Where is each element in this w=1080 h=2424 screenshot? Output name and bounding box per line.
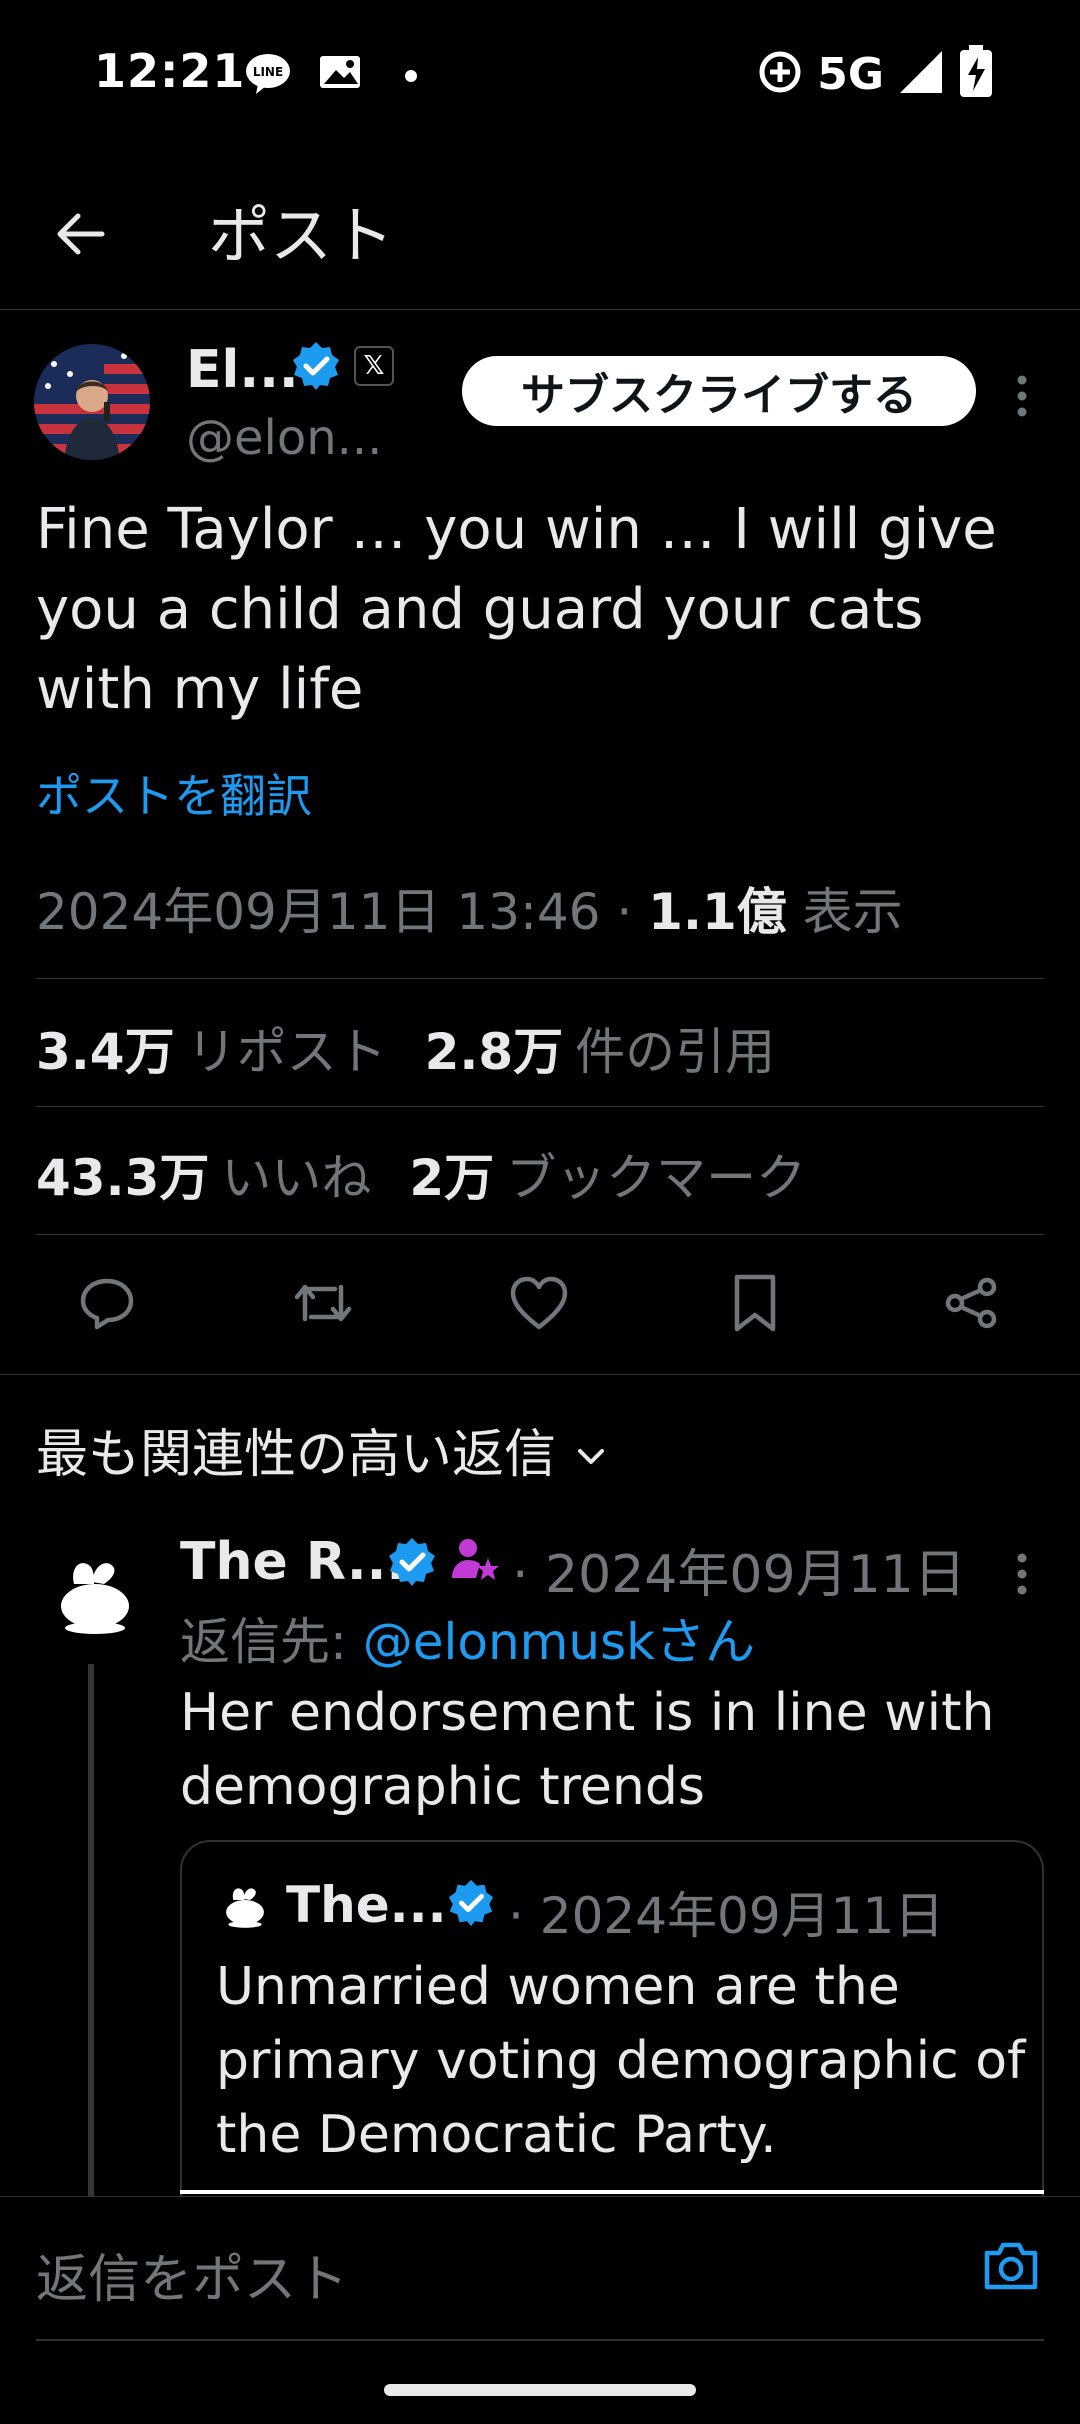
quoted-author-name: The... <box>286 1876 447 1934</box>
quoted-date: · 2024年09月11日 <box>508 1887 945 1945</box>
like-button[interactable] <box>504 1270 574 1340</box>
divider <box>0 1374 1080 1375</box>
views-label: 表示 <box>786 883 903 941</box>
post-text: Fine Taylor … you win … I will give you … <box>36 497 997 722</box>
reposts-label: リポスト <box>186 1023 387 1081</box>
author-avatar[interactable] <box>34 344 150 460</box>
back-button[interactable] <box>40 196 120 276</box>
line-icon: LINE <box>244 52 292 100</box>
author-handle[interactable]: @elon... <box>186 410 382 466</box>
more-options-button[interactable] <box>1002 368 1042 428</box>
author-name[interactable]: El... <box>186 340 299 400</box>
reply-to-mention[interactable]: @elonmuskさん <box>363 1613 755 1671</box>
reply-input[interactable]: 返信をポスト <box>36 2237 348 2312</box>
reply-sort-dropdown[interactable]: 最も関連性の高い返信 <box>36 1412 606 1487</box>
reply-composer: 返信をポスト <box>0 2196 1080 2341</box>
bookmark-button[interactable] <box>720 1270 790 1340</box>
bookmarks-count: 2万 <box>409 1149 495 1207</box>
subscriber-badge-icon <box>448 1534 502 1588</box>
status-time: 12:21 <box>94 44 246 98</box>
post-meta: 2024年09月11日 13:46 · 1.1億 表示 <box>36 872 903 944</box>
reply-sort-label: 最も関連性の高い返信 <box>36 1425 557 1485</box>
heart-icon <box>509 1275 569 1335</box>
likes-stat[interactable]: 43.3万 いいね <box>36 1138 371 1210</box>
divider <box>36 1234 1044 1235</box>
more-vertical-icon <box>1016 1552 1028 1600</box>
quoted-text: Unmarried women are the primary voting d… <box>216 1957 1026 2165</box>
reply-to-prefix: 返信先: <box>180 1613 363 1671</box>
battery-charging-icon <box>958 45 994 103</box>
reply-to: 返信先: @elonmuskさん <box>180 1602 755 1674</box>
repost-button[interactable] <box>288 1270 358 1340</box>
more-vertical-icon <box>1016 374 1028 422</box>
bookmark-icon <box>731 1273 779 1337</box>
reply-button[interactable] <box>72 1270 142 1340</box>
chevron-down-icon <box>576 1420 606 1480</box>
stats-row-likes: 43.3万 いいね 2万 ブックマーク <box>36 1138 806 1210</box>
bookmarks-label: ブックマーク <box>506 1149 807 1207</box>
home-indicator[interactable] <box>384 2384 696 2396</box>
bookmarks-stat[interactable]: 2万 ブックマーク <box>409 1138 806 1210</box>
quoted-post[interactable]: The... · 2024年09月11日 Unmarried women are… <box>180 1840 1044 2240</box>
page-title: ポスト <box>208 199 395 272</box>
likes-count: 43.3万 <box>36 1149 210 1207</box>
svg-text:LINE: LINE <box>253 65 283 79</box>
status-right: 5G <box>757 44 994 104</box>
reposts-count: 3.4万 <box>36 1023 175 1081</box>
verified-badge-icon <box>386 1536 438 1588</box>
signal-icon <box>898 49 944 99</box>
subscribe-button[interactable]: サブスクライブする <box>462 356 976 426</box>
reply-text: Her endorsement is in line with demograp… <box>180 1683 995 1817</box>
image-icon <box>318 52 364 96</box>
share-icon <box>943 1275 999 1335</box>
top-bar: ポスト <box>0 160 1080 310</box>
post-header: El... 𝕏 @elon... サブスクライブする <box>0 310 1080 490</box>
verified-badge-icon <box>290 340 342 392</box>
reply-more-options-button[interactable] <box>1002 1546 1042 1606</box>
share-button[interactable] <box>936 1270 1006 1340</box>
divider <box>36 978 1044 979</box>
verified-badge-icon <box>446 1878 496 1928</box>
status-bar: 12:21 LINE 5G <box>0 0 1080 150</box>
post-datetime: 2024年09月11日 13:46 · <box>36 883 649 941</box>
arrow-left-icon <box>52 206 108 266</box>
quoted-post-edge <box>180 2190 1044 2194</box>
camera-icon <box>981 2239 1041 2297</box>
translate-post-link[interactable]: ポストを翻訳 <box>36 760 312 826</box>
rabbit-logo-icon <box>50 1548 140 1642</box>
divider <box>36 1106 1044 1107</box>
thread-line <box>88 1664 94 2200</box>
affiliation-badge-icon: 𝕏 <box>354 346 394 386</box>
reply-date: · 2024年09月11日 <box>512 1545 966 1605</box>
rabbit-logo-icon <box>220 1880 270 1930</box>
likes-label: いいね <box>221 1149 372 1207</box>
reposts-stat[interactable]: 3.4万 リポスト <box>36 1012 387 1084</box>
stats-row-reposts: 3.4万 リポスト 2.8万 件の引用 <box>36 1012 775 1084</box>
reply-icon <box>77 1273 137 1337</box>
camera-button[interactable] <box>976 2233 1046 2303</box>
quotes-label: 件の引用 <box>575 1023 776 1081</box>
quotes-stat[interactable]: 2.8万 件の引用 <box>425 1012 776 1084</box>
post-action-bar <box>0 1236 1080 1372</box>
composer-underline <box>36 2339 1044 2341</box>
views-count: 1.1億 <box>648 883 787 941</box>
reply-author-name[interactable]: The R... <box>180 1532 406 1592</box>
sync-icon <box>757 49 803 99</box>
quotes-count: 2.8万 <box>424 1023 564 1081</box>
network-type: 5G <box>817 48 884 100</box>
repost-icon <box>291 1273 355 1337</box>
reply-avatar[interactable] <box>40 1540 150 1650</box>
dot-icon <box>404 68 418 87</box>
